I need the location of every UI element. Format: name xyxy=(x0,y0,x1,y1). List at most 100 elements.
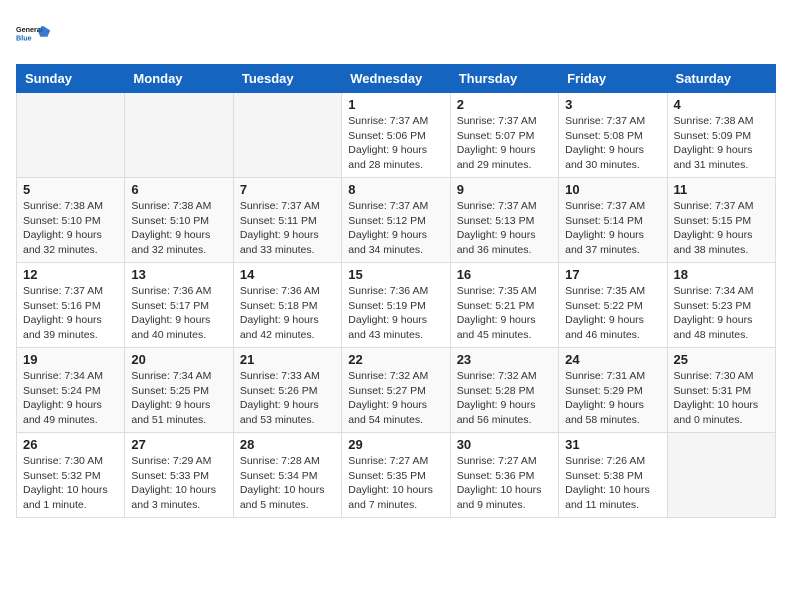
calendar-cell xyxy=(17,93,125,178)
day-info: Sunrise: 7:37 AM Sunset: 5:08 PM Dayligh… xyxy=(565,114,660,173)
day-info: Sunrise: 7:37 AM Sunset: 5:06 PM Dayligh… xyxy=(348,114,443,173)
day-info: Sunrise: 7:32 AM Sunset: 5:28 PM Dayligh… xyxy=(457,369,552,428)
day-info: Sunrise: 7:28 AM Sunset: 5:34 PM Dayligh… xyxy=(240,454,335,513)
calendar-cell: 19 Sunrise: 7:34 AM Sunset: 5:24 PM Dayli… xyxy=(17,348,125,433)
calendar-cell: 29 Sunrise: 7:27 AM Sunset: 5:35 PM Dayli… xyxy=(342,433,450,518)
day-info: Sunrise: 7:34 AM Sunset: 5:25 PM Dayligh… xyxy=(131,369,226,428)
calendar-cell xyxy=(233,93,341,178)
day-info: Sunrise: 7:38 AM Sunset: 5:10 PM Dayligh… xyxy=(131,199,226,258)
header: GeneralBlue xyxy=(16,16,776,52)
day-info: Sunrise: 7:32 AM Sunset: 5:27 PM Dayligh… xyxy=(348,369,443,428)
day-number: 22 xyxy=(348,352,443,367)
day-number: 29 xyxy=(348,437,443,452)
day-number: 16 xyxy=(457,267,552,282)
day-header-monday: Monday xyxy=(125,65,233,93)
calendar-cell: 26 Sunrise: 7:30 AM Sunset: 5:32 PM Dayli… xyxy=(17,433,125,518)
day-number: 18 xyxy=(674,267,769,282)
calendar-week-row: 12 Sunrise: 7:37 AM Sunset: 5:16 PM Dayli… xyxy=(17,263,776,348)
calendar-cell: 21 Sunrise: 7:33 AM Sunset: 5:26 PM Dayli… xyxy=(233,348,341,433)
calendar-cell: 27Sunrise: 7:29 AM Sunset: 5:33 PM Dayli… xyxy=(125,433,233,518)
calendar-cell: 20 Sunrise: 7:34 AM Sunset: 5:25 PM Dayli… xyxy=(125,348,233,433)
calendar-cell: 4 Sunrise: 7:38 AM Sunset: 5:09 PM Daylig… xyxy=(667,93,775,178)
calendar-cell: 1 Sunrise: 7:37 AM Sunset: 5:06 PM Daylig… xyxy=(342,93,450,178)
day-number: 7 xyxy=(240,182,335,197)
day-header-wednesday: Wednesday xyxy=(342,65,450,93)
day-number: 30 xyxy=(457,437,552,452)
day-number: 15 xyxy=(348,267,443,282)
calendar-cell xyxy=(125,93,233,178)
calendar-cell: 24Sunrise: 7:31 AM Sunset: 5:29 PM Dayli… xyxy=(559,348,667,433)
day-info: Sunrise: 7:27 AM Sunset: 5:35 PM Dayligh… xyxy=(348,454,443,513)
calendar-cell: 23 Sunrise: 7:32 AM Sunset: 5:28 PM Dayli… xyxy=(450,348,558,433)
day-number: 17 xyxy=(565,267,660,282)
day-number: 2 xyxy=(457,97,552,112)
day-info: Sunrise: 7:37 AM Sunset: 5:16 PM Dayligh… xyxy=(23,284,118,343)
day-info: Sunrise: 7:36 AM Sunset: 5:19 PM Dayligh… xyxy=(348,284,443,343)
calendar-cell: 8Sunrise: 7:37 AM Sunset: 5:12 PM Daylig… xyxy=(342,178,450,263)
calendar-week-row: 26 Sunrise: 7:30 AM Sunset: 5:32 PM Dayli… xyxy=(17,433,776,518)
day-info: Sunrise: 7:37 AM Sunset: 5:14 PM Dayligh… xyxy=(565,199,660,258)
day-info: Sunrise: 7:36 AM Sunset: 5:18 PM Dayligh… xyxy=(240,284,335,343)
day-header-thursday: Thursday xyxy=(450,65,558,93)
day-number: 25 xyxy=(674,352,769,367)
day-number: 24 xyxy=(565,352,660,367)
day-number: 13 xyxy=(131,267,226,282)
day-number: 10 xyxy=(565,182,660,197)
day-header-saturday: Saturday xyxy=(667,65,775,93)
day-header-sunday: Sunday xyxy=(17,65,125,93)
day-number: 21 xyxy=(240,352,335,367)
calendar-cell: 15 Sunrise: 7:36 AM Sunset: 5:19 PM Dayli… xyxy=(342,263,450,348)
calendar-cell: 18 Sunrise: 7:34 AM Sunset: 5:23 PM Dayli… xyxy=(667,263,775,348)
day-info: Sunrise: 7:35 AM Sunset: 5:21 PM Dayligh… xyxy=(457,284,552,343)
calendar-cell: 3 Sunrise: 7:37 AM Sunset: 5:08 PM Daylig… xyxy=(559,93,667,178)
day-header-friday: Friday xyxy=(559,65,667,93)
day-info: Sunrise: 7:30 AM Sunset: 5:31 PM Dayligh… xyxy=(674,369,769,428)
calendar-cell: 25 Sunrise: 7:30 AM Sunset: 5:31 PM Dayli… xyxy=(667,348,775,433)
calendar-cell: 16 Sunrise: 7:35 AM Sunset: 5:21 PM Dayli… xyxy=(450,263,558,348)
calendar-cell: 2Sunrise: 7:37 AM Sunset: 5:07 PM Daylig… xyxy=(450,93,558,178)
day-number: 19 xyxy=(23,352,118,367)
day-info: Sunrise: 7:38 AM Sunset: 5:09 PM Dayligh… xyxy=(674,114,769,173)
logo: GeneralBlue xyxy=(16,16,52,52)
day-number: 8 xyxy=(348,182,443,197)
day-number: 3 xyxy=(565,97,660,112)
svg-text:Blue: Blue xyxy=(16,33,32,42)
day-number: 4 xyxy=(674,97,769,112)
day-number: 11 xyxy=(674,182,769,197)
calendar-cell: 12 Sunrise: 7:37 AM Sunset: 5:16 PM Dayli… xyxy=(17,263,125,348)
day-number: 5 xyxy=(23,182,118,197)
day-info: Sunrise: 7:36 AM Sunset: 5:17 PM Dayligh… xyxy=(131,284,226,343)
day-info: Sunrise: 7:30 AM Sunset: 5:32 PM Dayligh… xyxy=(23,454,118,513)
day-info: Sunrise: 7:38 AM Sunset: 5:10 PM Dayligh… xyxy=(23,199,118,258)
calendar-cell: 17 Sunrise: 7:35 AM Sunset: 5:22 PM Dayli… xyxy=(559,263,667,348)
calendar-cell: 14 Sunrise: 7:36 AM Sunset: 5:18 PM Dayli… xyxy=(233,263,341,348)
day-number: 12 xyxy=(23,267,118,282)
day-info: Sunrise: 7:34 AM Sunset: 5:24 PM Dayligh… xyxy=(23,369,118,428)
day-number: 20 xyxy=(131,352,226,367)
day-number: 27 xyxy=(131,437,226,452)
calendar: SundayMondayTuesdayWednesdayThursdayFrid… xyxy=(16,64,776,518)
day-number: 1 xyxy=(348,97,443,112)
calendar-header-row: SundayMondayTuesdayWednesdayThursdayFrid… xyxy=(17,65,776,93)
calendar-cell: 28 Sunrise: 7:28 AM Sunset: 5:34 PM Dayli… xyxy=(233,433,341,518)
calendar-cell: 7Sunrise: 7:37 AM Sunset: 5:11 PM Daylig… xyxy=(233,178,341,263)
calendar-cell: 30Sunrise: 7:27 AM Sunset: 5:36 PM Dayli… xyxy=(450,433,558,518)
calendar-cell: 9 Sunrise: 7:37 AM Sunset: 5:13 PM Daylig… xyxy=(450,178,558,263)
day-info: Sunrise: 7:35 AM Sunset: 5:22 PM Dayligh… xyxy=(565,284,660,343)
calendar-week-row: 5 Sunrise: 7:38 AM Sunset: 5:10 PM Daylig… xyxy=(17,178,776,263)
day-number: 31 xyxy=(565,437,660,452)
day-info: Sunrise: 7:37 AM Sunset: 5:13 PM Dayligh… xyxy=(457,199,552,258)
day-number: 9 xyxy=(457,182,552,197)
calendar-cell: 31Sunrise: 7:26 AM Sunset: 5:38 PM Dayli… xyxy=(559,433,667,518)
calendar-cell xyxy=(667,433,775,518)
calendar-week-row: 19 Sunrise: 7:34 AM Sunset: 5:24 PM Dayli… xyxy=(17,348,776,433)
day-number: 14 xyxy=(240,267,335,282)
day-info: Sunrise: 7:33 AM Sunset: 5:26 PM Dayligh… xyxy=(240,369,335,428)
calendar-week-row: 1 Sunrise: 7:37 AM Sunset: 5:06 PM Daylig… xyxy=(17,93,776,178)
day-info: Sunrise: 7:34 AM Sunset: 5:23 PM Dayligh… xyxy=(674,284,769,343)
calendar-cell: 11Sunrise: 7:37 AM Sunset: 5:15 PM Dayli… xyxy=(667,178,775,263)
day-number: 23 xyxy=(457,352,552,367)
day-number: 26 xyxy=(23,437,118,452)
calendar-cell: 5 Sunrise: 7:38 AM Sunset: 5:10 PM Daylig… xyxy=(17,178,125,263)
day-number: 28 xyxy=(240,437,335,452)
